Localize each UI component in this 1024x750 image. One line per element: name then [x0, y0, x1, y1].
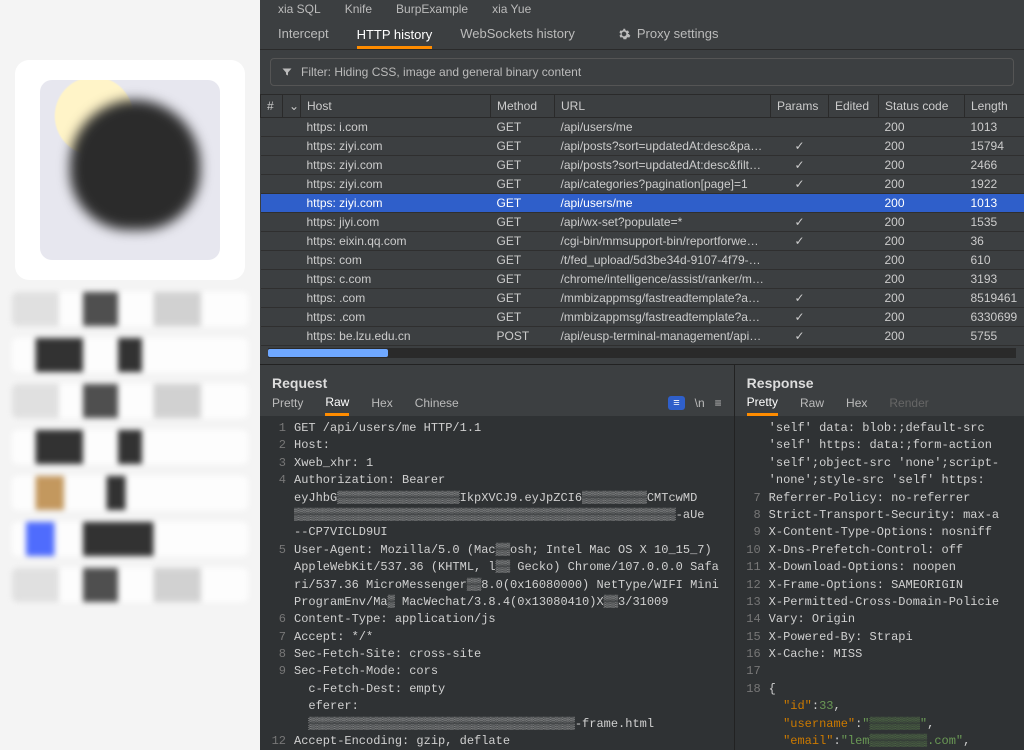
tab-http-history[interactable]: HTTP history [357, 27, 433, 49]
blurred-row [12, 476, 248, 510]
req-tab-hex[interactable]: Hex [371, 396, 392, 410]
table-row[interactable]: https: jiyi.comGET/api/wx-set?populate=*… [261, 213, 1024, 232]
external-app-sidebar [0, 0, 260, 750]
req-tab-pretty[interactable]: Pretty [272, 396, 303, 410]
blurred-row [12, 522, 248, 556]
ext-tab[interactable]: xia SQL [278, 2, 321, 16]
ext-tab[interactable]: BurpExample [396, 2, 468, 16]
horizontal-scrollbar[interactable] [268, 348, 1016, 358]
th-edited[interactable]: Edited [829, 95, 879, 118]
avatar-card [15, 60, 245, 280]
request-title: Request [260, 365, 734, 395]
th-chevron[interactable]: ⌄ [283, 95, 301, 118]
th-url[interactable]: URL [555, 95, 771, 118]
ext-tab[interactable]: xia Yue [492, 2, 531, 16]
proxy-settings-button[interactable]: Proxy settings [617, 26, 719, 41]
table-row[interactable]: https: i.comGET/api/users/me2001013 [261, 118, 1024, 137]
filter-bar[interactable]: Filter: Hiding CSS, image and general bi… [270, 58, 1014, 86]
res-tab-pretty[interactable]: Pretty [747, 395, 778, 416]
newline-icon[interactable]: \n [695, 396, 705, 410]
table-row[interactable]: https: ziyi.comGET/api/posts?sort=update… [261, 156, 1024, 175]
tab-intercept[interactable]: Intercept [278, 26, 329, 41]
table-row[interactable]: https: ziyi.comGET/api/users/me2001013 [261, 194, 1024, 213]
table-row[interactable]: https: be.lzu.edu.cnPOST/api/eusp-termin… [261, 327, 1024, 346]
table-row[interactable]: https: comGET/t/fed_upload/5d3be34d-9107… [261, 251, 1024, 270]
blurred-row [12, 430, 248, 464]
actions-icon[interactable]: ≡ [668, 396, 684, 410]
response-tabs: Pretty Raw Hex Render [735, 395, 1024, 416]
history-table: # ⌄ Host Method URL Params Edited Status… [260, 94, 1024, 364]
blurred-row [12, 338, 248, 372]
burp-proxy-panel: xia SQL Knife BurpExample xia Yue Interc… [260, 0, 1024, 750]
response-editor[interactable]: 'self' data: blob:;default-src 'self' ht… [735, 416, 1024, 750]
th-method[interactable]: Method [491, 95, 555, 118]
blurred-row [12, 292, 248, 326]
th-params[interactable]: Params [771, 95, 829, 118]
table-row[interactable]: https: .comGET/mmbizappmsg/fastreadtempl… [261, 289, 1024, 308]
req-tab-chinese[interactable]: Chinese [415, 396, 459, 410]
th-num[interactable]: # [261, 95, 283, 118]
request-editor[interactable]: 1GET /api/users/me HTTP/1.12Host:3Xweb_x… [260, 416, 734, 750]
table-header-row[interactable]: # ⌄ Host Method URL Params Edited Status… [261, 95, 1024, 118]
ext-tab[interactable]: Knife [345, 2, 372, 16]
tab-websockets-history[interactable]: WebSockets history [460, 26, 575, 41]
filter-icon [281, 66, 293, 78]
hamburger-icon[interactable]: ≡ [715, 396, 722, 410]
extension-bar: xia SQL Knife BurpExample xia Yue [260, 0, 1024, 22]
blurred-row [12, 384, 248, 418]
table-row[interactable]: https: .comGET/mmbizappmsg/fastreadtempl… [261, 308, 1024, 327]
th-status[interactable]: Status code [879, 95, 965, 118]
table-row[interactable]: https: eixin.qq.comGET/cgi-bin/mmsupport… [261, 232, 1024, 251]
response-pane: Response Pretty Raw Hex Render 'self' da… [735, 364, 1024, 750]
avatar-image [40, 80, 220, 260]
req-tab-raw[interactable]: Raw [325, 395, 349, 416]
table-row[interactable]: https: ziyi.comGET/api/posts?sort=update… [261, 137, 1024, 156]
res-tab-hex[interactable]: Hex [846, 396, 867, 410]
blurred-row [12, 568, 248, 602]
proxy-subtabs: Intercept HTTP history WebSockets histor… [260, 22, 1024, 50]
table-row[interactable]: https: ziyi.comGET/api/categories?pagina… [261, 175, 1024, 194]
th-length[interactable]: Length [965, 95, 1024, 118]
proxy-settings-label: Proxy settings [637, 26, 719, 41]
th-host[interactable]: Host [301, 95, 491, 118]
response-title: Response [735, 365, 1024, 395]
table-row[interactable]: https: c.comGET/chrome/intelligence/assi… [261, 270, 1024, 289]
request-pane: Request Pretty Raw Hex Chinese ≡ \n ≡ 1G… [260, 364, 735, 750]
request-tabs: Pretty Raw Hex Chinese ≡ \n ≡ [260, 395, 734, 416]
res-tab-render[interactable]: Render [889, 396, 928, 410]
res-tab-raw[interactable]: Raw [800, 396, 824, 410]
filter-text: Filter: Hiding CSS, image and general bi… [301, 65, 581, 79]
gear-icon [617, 27, 631, 41]
